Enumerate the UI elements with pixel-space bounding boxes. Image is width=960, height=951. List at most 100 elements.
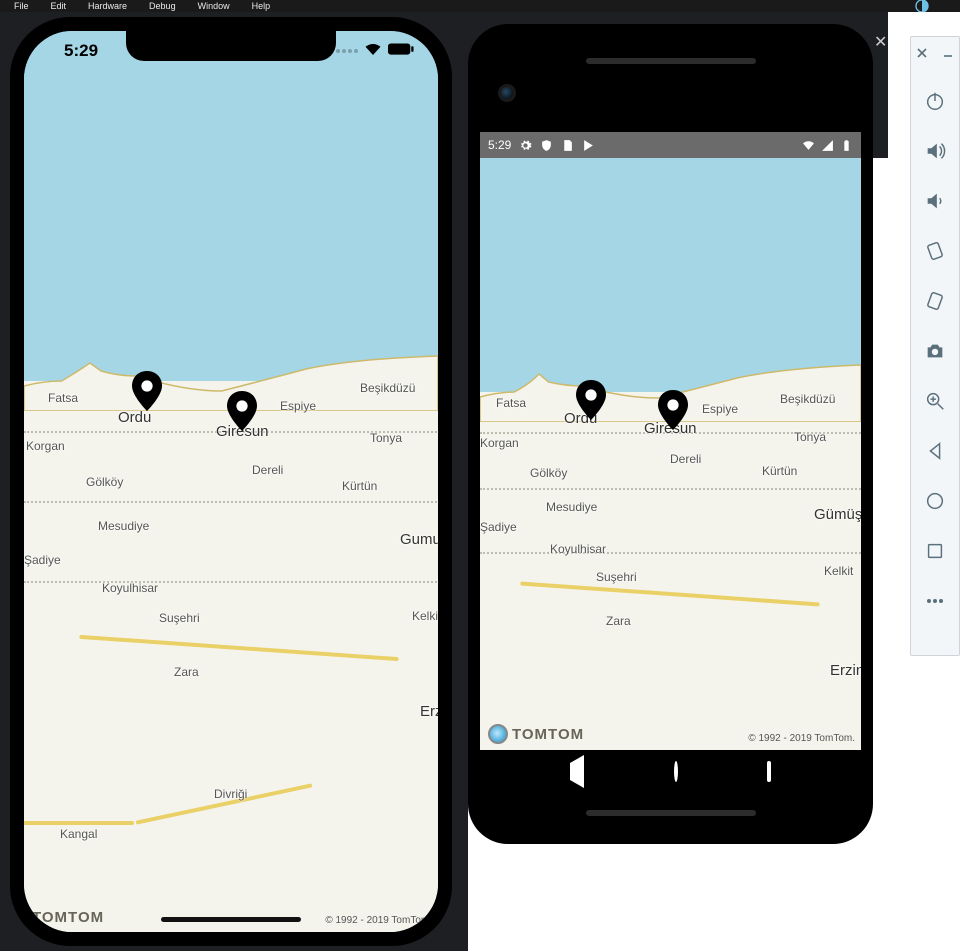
- camera-button[interactable]: [919, 335, 951, 367]
- android-window-close[interactable]: ✕: [874, 36, 890, 52]
- label-zara: Zara: [174, 665, 199, 679]
- map-sea-ios: [24, 31, 438, 381]
- label-espiye-a: Espiye: [702, 402, 738, 416]
- label-mesudiye: Mesudiye: [98, 519, 149, 533]
- label-mesudiye-a: Mesudiye: [546, 500, 597, 514]
- label-fatsa-a: Fatsa: [496, 396, 526, 410]
- tomtom-circle-icon: [488, 724, 508, 744]
- more-button[interactable]: [919, 585, 951, 617]
- label-espiye: Espiye: [280, 399, 316, 413]
- wifi-icon: [364, 41, 382, 61]
- label-kurtun: Kürtün: [342, 479, 377, 493]
- menu-window[interactable]: Window: [198, 1, 230, 11]
- label-sadiye-a: Şadiye: [480, 520, 517, 534]
- map-sea-android: [480, 158, 861, 392]
- android-speaker-bottom: [586, 810, 756, 816]
- label-korgan-a: Korgan: [480, 436, 519, 450]
- window-minimize-button[interactable]: [940, 45, 956, 61]
- android-screen[interactable]: 5:29 Fatsa Ordu Korgan: [480, 132, 861, 794]
- label-gumushane: Gumuşh: [400, 531, 438, 548]
- ios-time: 5:29: [64, 41, 98, 61]
- volume-down-button[interactable]: [919, 185, 951, 217]
- nav-back-button[interactable]: [570, 763, 584, 781]
- road-1: [79, 635, 398, 661]
- map-pin-ordu-a[interactable]: [576, 380, 606, 424]
- cell-signal-icon: [821, 139, 834, 152]
- sdcard-icon: [561, 139, 574, 152]
- menu-edit[interactable]: Edit: [51, 1, 67, 11]
- zoom-in-button[interactable]: [919, 385, 951, 417]
- road-a1: [520, 582, 820, 607]
- map-land-android[interactable]: Fatsa Ordu Korgan Gölköy Mesudiye Şadiye…: [480, 392, 861, 750]
- tomtom-brand-text: TOMTOM: [512, 726, 584, 743]
- map-pin-giresun[interactable]: [227, 391, 257, 435]
- label-sadiye: Şadiye: [24, 553, 61, 567]
- shield-icon: [540, 139, 553, 152]
- label-kelkit-a: Kelkit: [824, 564, 853, 578]
- rotate-right-button[interactable]: [919, 285, 951, 317]
- android-navbar: [480, 750, 861, 794]
- label-korgan: Korgan: [26, 439, 65, 453]
- label-koyulhisar-a: Koyulhisar: [550, 542, 606, 556]
- road-2: [24, 821, 134, 825]
- map-copyright-ios: © 1992 - 2019 TomTom.: [325, 915, 432, 926]
- android-emulator: 5:29 Fatsa Ordu Korgan: [468, 24, 873, 844]
- iphone-simulator: 5:29 Fatsa: [10, 17, 452, 946]
- map-land-ios[interactable]: Fatsa Ordu Korgan Gölköy Mesudiye Şadiye…: [24, 381, 438, 932]
- label-tonya: Tonya: [370, 431, 402, 445]
- emu-recents-button[interactable]: [919, 535, 951, 567]
- label-erzincan-a: Erzin: [830, 662, 861, 679]
- cellular-icon: [336, 49, 358, 53]
- tomtom-logo-ios: TOMTOM: [32, 909, 104, 926]
- emu-home-button[interactable]: [919, 485, 951, 517]
- label-susehri: Suşehri: [159, 611, 200, 625]
- map-copyright-android: © 1992 - 2019 TomTom.: [748, 733, 855, 744]
- map-pin-ordu[interactable]: [132, 371, 162, 415]
- menu-help[interactable]: Help: [252, 1, 271, 11]
- tomtom-logo-android: TOMTOM: [488, 724, 584, 744]
- admin-border-2: [24, 501, 438, 503]
- ios-statusbar: 5:29: [24, 41, 438, 61]
- home-indicator[interactable]: [161, 917, 301, 922]
- label-susehri-a: Suşehri: [596, 570, 637, 584]
- close-icon: ✕: [874, 36, 890, 52]
- label-tonya-a: Tonya: [794, 430, 826, 444]
- play-store-icon: [582, 139, 595, 152]
- rotate-left-button[interactable]: [919, 235, 951, 267]
- label-dereli-a: Dereli: [670, 452, 701, 466]
- label-dereli: Dereli: [252, 463, 283, 477]
- emu-back-button[interactable]: [919, 435, 951, 467]
- menu-hardware[interactable]: Hardware: [88, 1, 127, 11]
- label-besikduzu: Beşikdüzü: [360, 381, 415, 395]
- menu-file[interactable]: File: [14, 1, 29, 11]
- nav-recents-button[interactable]: [767, 763, 771, 781]
- admin-border-3: [24, 581, 438, 583]
- power-button[interactable]: [919, 85, 951, 117]
- label-gumushane-a: Gümüşh: [814, 506, 861, 523]
- admin-border-a2: [480, 488, 861, 490]
- map-pin-giresun-a[interactable]: [658, 390, 688, 434]
- android-time: 5:29: [488, 138, 511, 152]
- label-divrigi: Divriği: [214, 787, 247, 801]
- label-kurtun-a: Kürtün: [762, 464, 797, 478]
- menu-debug[interactable]: Debug: [149, 1, 176, 11]
- volume-up-button[interactable]: [919, 135, 951, 167]
- label-zara-a: Zara: [606, 614, 631, 628]
- battery-icon: [840, 139, 853, 152]
- wifi-icon: [802, 139, 815, 152]
- iphone-screen[interactable]: 5:29 Fatsa: [24, 31, 438, 932]
- nav-home-button[interactable]: [674, 763, 678, 781]
- label-besikduzu-a: Beşikdüzü: [780, 392, 835, 406]
- android-statusbar: 5:29: [480, 132, 861, 158]
- battery-icon: [388, 41, 414, 61]
- label-erzincan: Erzin: [420, 703, 438, 720]
- label-golkoy: Gölköy: [86, 475, 123, 489]
- window-close-button[interactable]: [914, 45, 930, 61]
- android-speaker-top: [586, 58, 756, 64]
- label-kelkit: Kelkit: [412, 609, 438, 623]
- label-fatsa: Fatsa: [48, 391, 78, 405]
- admin-border-a3: [480, 552, 861, 554]
- android-camera: [498, 84, 516, 102]
- gear-icon: [519, 139, 532, 152]
- mac-menubar[interactable]: File Edit Hardware Debug Window Help: [0, 0, 960, 12]
